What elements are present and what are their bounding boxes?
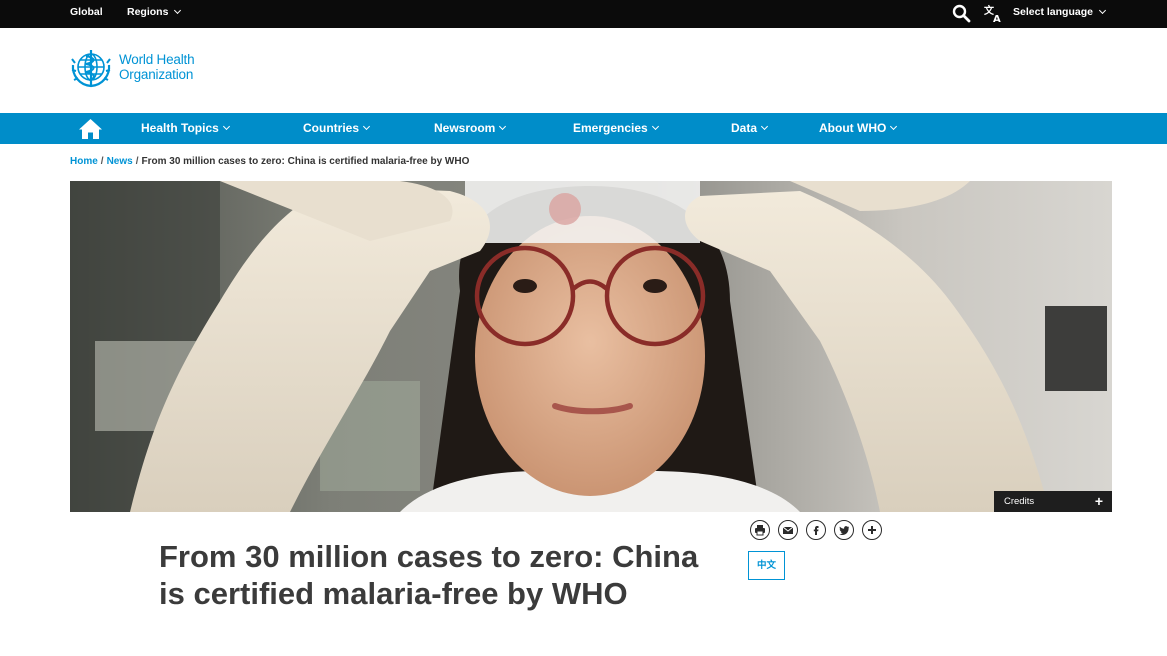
- breadcrumb-separator: /: [100, 156, 104, 167]
- email-button[interactable]: [778, 520, 798, 540]
- breadcrumb-current: From 30 million cases to zero: China is …: [141, 156, 470, 167]
- hero-image: Credits +: [70, 181, 1112, 512]
- nav-item-label: Health Topics: [141, 121, 219, 135]
- chevron-down-icon: [890, 122, 898, 131]
- who-logo-text: World Health Organization: [119, 52, 195, 82]
- chevron-down-icon: [760, 122, 769, 131]
- search-icon[interactable]: [952, 4, 971, 23]
- nav-item-label: Data: [731, 121, 758, 135]
- nav-item-health-topics[interactable]: Health Topics: [141, 113, 230, 144]
- logo-line-2: Organization: [119, 67, 194, 82]
- print-button[interactable]: [750, 520, 770, 540]
- regions-dropdown[interactable]: Regions: [127, 0, 182, 28]
- nav-item-about-who[interactable]: About WHO: [819, 113, 898, 144]
- facebook-icon: [813, 526, 819, 535]
- who-emblem-icon: [71, 50, 111, 88]
- who-logo[interactable]: World Health Organization: [69, 47, 209, 89]
- email-icon: [782, 526, 794, 534]
- site-header: World Health Organization: [0, 28, 1167, 113]
- nav-item-label: Countries: [303, 121, 360, 135]
- plus-icon: [868, 526, 876, 534]
- nav-item-data[interactable]: Data: [731, 113, 769, 144]
- svg-text:A: A: [993, 14, 1001, 23]
- print-icon: [755, 525, 765, 536]
- breadcrumb-separator: /: [135, 156, 139, 167]
- breadcrumb-home-link[interactable]: Home: [70, 156, 98, 167]
- nav-item-countries[interactable]: Countries: [303, 113, 371, 144]
- home-icon[interactable]: [78, 118, 103, 140]
- article-title: From 30 million cases to zero: China is …: [159, 539, 699, 611]
- chevron-down-icon: [1098, 6, 1106, 15]
- global-link[interactable]: Global: [70, 0, 103, 28]
- chevron-down-icon: [499, 122, 507, 131]
- select-language-label: Select language: [1013, 6, 1093, 18]
- facebook-button[interactable]: [806, 520, 826, 540]
- hero-photo-illustration: [70, 181, 1112, 512]
- top-utility-bar: Global Regions 文 A Select language: [0, 0, 1167, 28]
- chevron-down-icon: [174, 6, 182, 15]
- chevron-down-icon: [362, 122, 371, 131]
- breadcrumb-news-link[interactable]: News: [107, 156, 133, 167]
- nav-item-newsroom[interactable]: Newsroom: [434, 113, 507, 144]
- regions-label: Regions: [127, 6, 169, 18]
- credits-button[interactable]: Credits +: [994, 491, 1112, 512]
- nav-item-label: Newsroom: [434, 121, 496, 135]
- twitter-icon: [839, 526, 849, 535]
- logo-line-1: World Health: [119, 52, 195, 67]
- nav-item-label: About WHO: [819, 121, 887, 135]
- breadcrumb: Home / News / From 30 million cases to zero:…: [70, 156, 469, 167]
- chevron-down-icon: [651, 122, 659, 131]
- more-share-button[interactable]: [862, 520, 882, 540]
- select-language-dropdown[interactable]: Select language: [1013, 0, 1106, 28]
- credits-label: Credits: [1004, 496, 1035, 507]
- twitter-button[interactable]: [834, 520, 854, 540]
- expand-icon: +: [1094, 493, 1103, 509]
- chevron-down-icon: [222, 122, 230, 131]
- main-navigation: Health Topics Countries Newsroom Emergen…: [0, 113, 1167, 144]
- nav-item-emergencies[interactable]: Emergencies: [573, 113, 659, 144]
- language-chinese-button[interactable]: 中文: [748, 551, 785, 580]
- translate-icon[interactable]: 文 A: [984, 4, 1004, 23]
- nav-item-label: Emergencies: [573, 121, 648, 135]
